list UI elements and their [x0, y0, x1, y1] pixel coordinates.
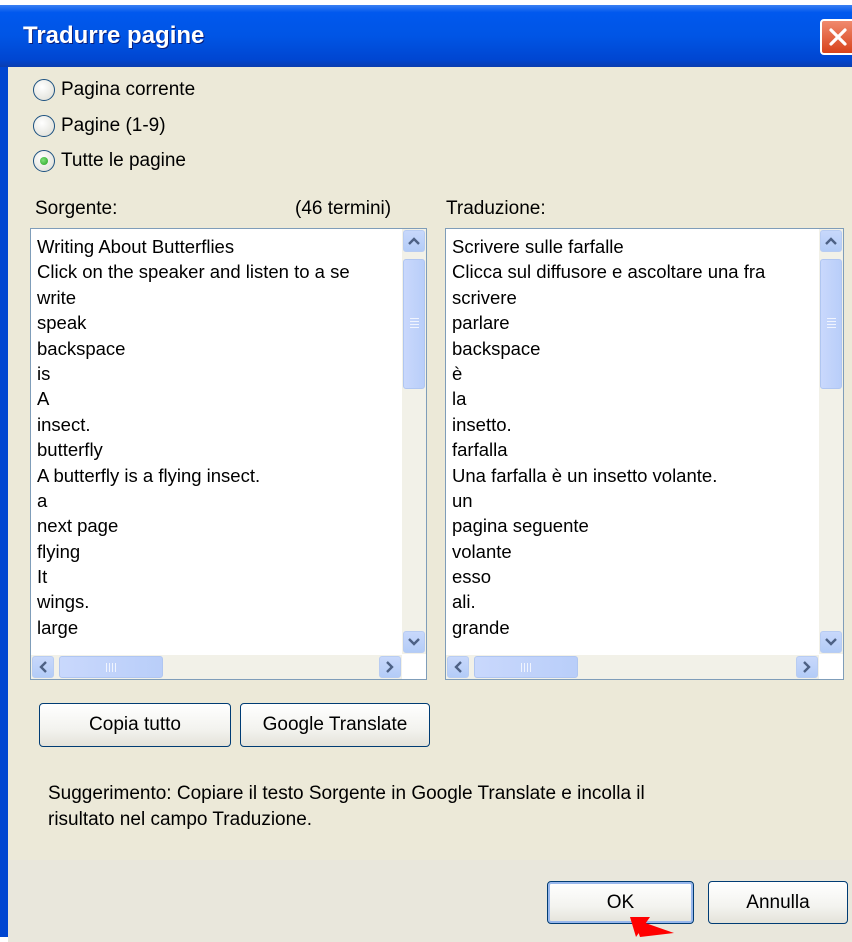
radio-selected-dot	[40, 157, 48, 165]
scroll-thumb[interactable]	[474, 656, 578, 678]
chevron-right-icon	[803, 661, 811, 673]
scroll-thumb[interactable]	[820, 259, 842, 389]
scroll-down-button[interactable]	[403, 631, 425, 653]
list-item[interactable]: un	[446, 488, 819, 513]
list-item[interactable]: is	[31, 361, 402, 386]
list-item[interactable]: parlare	[446, 310, 819, 335]
source-horizontal-scrollbar[interactable]	[31, 655, 402, 679]
title-bar[interactable]: Tradurre pagine	[0, 5, 852, 67]
copy-all-button[interactable]: Copia tutto	[39, 703, 231, 747]
list-item[interactable]: insetto.	[446, 412, 819, 437]
list-item[interactable]: grande	[446, 615, 819, 640]
hint-line: risultato nel campo Traduzione.	[48, 809, 313, 830]
translation-list[interactable]: Scrivere sulle farfalle Clicca sul diffu…	[445, 228, 844, 680]
list-item[interactable]: a	[31, 488, 402, 513]
radio-all-pages[interactable]: Tutte le pagine	[33, 147, 186, 175]
translation-label: Traduzione:	[446, 198, 546, 219]
scroll-right-button[interactable]	[379, 656, 401, 678]
list-item[interactable]: Scrivere sulle farfalle	[446, 234, 819, 259]
hint-text: Suggerimento: Copiare il testo Sorgente …	[48, 781, 748, 833]
list-item[interactable]: farfalla	[446, 437, 819, 462]
list-item[interactable]: Una farfalla è un insetto volante.	[446, 463, 819, 488]
list-item[interactable]: A	[31, 386, 402, 411]
list-item[interactable]: write	[31, 285, 402, 310]
list-item[interactable]: esso	[446, 564, 819, 589]
list-item[interactable]: insect.	[31, 412, 402, 437]
cancel-button[interactable]: Annulla	[708, 881, 848, 924]
source-list[interactable]: Writing About Butterflies Click on the s…	[30, 228, 427, 680]
scroll-thumb[interactable]	[403, 259, 425, 389]
scroll-left-button[interactable]	[32, 656, 54, 678]
list-item[interactable]: backspace	[446, 336, 819, 361]
scroll-left-button[interactable]	[447, 656, 469, 678]
translation-list-items: Scrivere sulle farfalle Clicca sul diffu…	[446, 229, 819, 659]
google-translate-button[interactable]: Google Translate	[240, 703, 430, 747]
scroll-up-button[interactable]	[403, 230, 425, 252]
list-item[interactable]: Clicca sul diffusore e ascoltare una fra	[446, 259, 819, 284]
scroll-up-button[interactable]	[820, 230, 842, 252]
list-item[interactable]: Writing About Butterflies	[31, 234, 402, 259]
chevron-up-icon	[825, 237, 837, 245]
source-list-items: Writing About Butterflies Click on the s…	[31, 229, 402, 659]
window-border	[0, 67, 8, 937]
list-item[interactable]: è	[446, 361, 819, 386]
list-item[interactable]: volante	[446, 539, 819, 564]
radio-label: Pagine (1-9)	[61, 115, 166, 136]
chevron-left-icon	[454, 661, 462, 673]
radio-pages-range[interactable]: Pagine (1-9)	[33, 112, 166, 140]
list-item[interactable]: It	[31, 564, 402, 589]
list-item[interactable]: speak	[31, 310, 402, 335]
radio-label: Pagina corrente	[61, 79, 196, 100]
list-item[interactable]: next page	[31, 513, 402, 538]
scroll-thumb[interactable]	[59, 656, 163, 678]
scroll-down-button[interactable]	[820, 631, 842, 653]
chevron-left-icon	[39, 661, 47, 673]
radio-button[interactable]	[33, 150, 55, 172]
dialog-title: Tradurre pagine	[23, 22, 205, 49]
translation-vertical-scrollbar[interactable]	[819, 229, 843, 654]
radio-button[interactable]	[33, 79, 55, 101]
pointer-arrow-icon	[630, 917, 674, 937]
source-vertical-scrollbar[interactable]	[402, 229, 426, 654]
source-label: Sorgente:	[35, 198, 118, 219]
chevron-up-icon	[408, 237, 420, 245]
chevron-down-icon	[408, 638, 420, 646]
list-item[interactable]: wings.	[31, 589, 402, 614]
list-item[interactable]: A butterfly is a flying insect.	[31, 463, 402, 488]
source-term-count: (46 termini)	[295, 198, 392, 219]
translation-horizontal-scrollbar[interactable]	[446, 655, 819, 679]
radio-current-page[interactable]: Pagina corrente	[33, 76, 195, 104]
radio-button[interactable]	[33, 115, 55, 137]
list-item[interactable]: ali.	[446, 589, 819, 614]
list-item[interactable]: la	[446, 386, 819, 411]
hint-line: Suggerimento: Copiare il testo Sorgente …	[48, 783, 645, 804]
scroll-right-button[interactable]	[796, 656, 818, 678]
close-icon	[829, 28, 847, 46]
list-item[interactable]: backspace	[31, 336, 402, 361]
list-item[interactable]: scrivere	[446, 285, 819, 310]
radio-label: Tutte le pagine	[61, 150, 186, 171]
list-item[interactable]: Click on the speaker and listen to a se	[31, 259, 402, 284]
list-item[interactable]: large	[31, 615, 402, 640]
list-item[interactable]: butterfly	[31, 437, 402, 462]
list-item[interactable]: flying	[31, 539, 402, 564]
chevron-right-icon	[386, 661, 394, 673]
close-button[interactable]	[820, 19, 852, 55]
list-item[interactable]: pagina seguente	[446, 513, 819, 538]
translate-dialog: Tradurre pagine Pagina corrente Pagine (…	[0, 5, 852, 942]
chevron-down-icon	[825, 638, 837, 646]
